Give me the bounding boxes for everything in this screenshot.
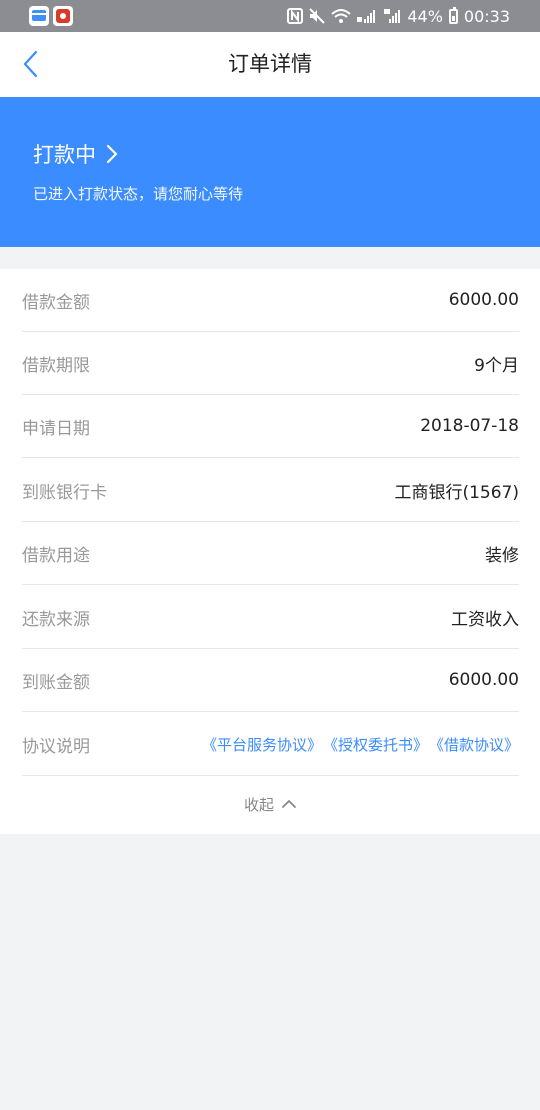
nav-bar: 订单详情 xyxy=(0,32,540,97)
wifi-icon xyxy=(331,9,351,23)
back-arrow-icon xyxy=(23,50,38,78)
row-label: 协议说明 xyxy=(22,736,90,757)
battery-icon xyxy=(448,6,458,24)
row-label: 还款来源 xyxy=(22,609,90,630)
status-description: 已进入打款状态，请您耐心等待 xyxy=(33,185,244,203)
card-app-icon xyxy=(29,6,49,26)
page-title: 订单详情 xyxy=(228,52,312,76)
detail-row-agreements: 协议说明 《平台服务协议》 《授权委托书》 《借款协议》 xyxy=(22,713,519,776)
row-label: 借款用途 xyxy=(22,545,90,566)
detail-row-loan-amount: 借款金额 6000.00 xyxy=(22,269,519,332)
battery-percent: 44% xyxy=(407,6,443,26)
row-value: 2018-07-18 xyxy=(420,416,519,436)
signal-2g-icon xyxy=(357,10,376,23)
status-bar: 44% 00:33 xyxy=(0,0,540,32)
row-value: 装修 xyxy=(485,545,519,566)
row-value: 工资收入 xyxy=(451,609,519,630)
loan-agreement-link[interactable]: 《借款协议》 xyxy=(429,734,519,755)
nfc-icon xyxy=(287,8,304,24)
mute-icon xyxy=(309,8,326,24)
row-label: 到账金额 xyxy=(22,672,90,693)
row-label: 借款期限 xyxy=(22,355,90,376)
order-details-card: 借款金额 6000.00 借款期限 9个月 申请日期 2018-07-18 到账… xyxy=(0,269,540,834)
detail-row-received-amount: 到账金额 6000.00 xyxy=(22,649,519,712)
status-banner: 打款中 已进入打款状态，请您耐心等待 xyxy=(0,97,540,247)
row-value: 9个月 xyxy=(474,355,519,376)
row-value: 工商银行(1567) xyxy=(394,482,519,503)
chevron-up-icon xyxy=(282,800,296,808)
platform-service-agreement-link[interactable]: 《平台服务协议》 xyxy=(202,734,322,755)
status-title: 打款中 xyxy=(33,143,96,167)
collapse-button[interactable]: 收起 xyxy=(0,776,540,832)
authorization-letter-link[interactable]: 《授权委托书》 xyxy=(323,734,428,755)
status-bar-right: 44% 00:33 xyxy=(287,0,510,32)
detail-row-loan-purpose: 借款用途 装修 xyxy=(22,522,519,585)
row-value: 6000.00 xyxy=(448,670,519,690)
row-label: 到账银行卡 xyxy=(22,482,107,503)
bank-app-icon xyxy=(53,6,73,26)
detail-row-apply-date: 申请日期 2018-07-18 xyxy=(22,395,519,458)
back-button[interactable] xyxy=(12,46,48,82)
row-label: 借款金额 xyxy=(22,292,90,313)
signal-4g-icon xyxy=(384,9,401,23)
detail-row-bank-card: 到账银行卡 工商银行(1567) xyxy=(22,459,519,522)
status-link[interactable]: 打款中 xyxy=(33,139,118,169)
detail-row-loan-term: 借款期限 9个月 xyxy=(22,332,519,395)
agreement-links: 《平台服务协议》 《授权委托书》 《借款协议》 xyxy=(202,734,519,755)
detail-row-repayment-source: 还款来源 工资收入 xyxy=(22,586,519,649)
row-label: 申请日期 xyxy=(22,418,90,439)
clock: 00:33 xyxy=(463,6,510,26)
chevron-right-icon xyxy=(106,144,118,164)
collapse-label: 收起 xyxy=(243,795,274,814)
row-value: 6000.00 xyxy=(448,290,519,310)
